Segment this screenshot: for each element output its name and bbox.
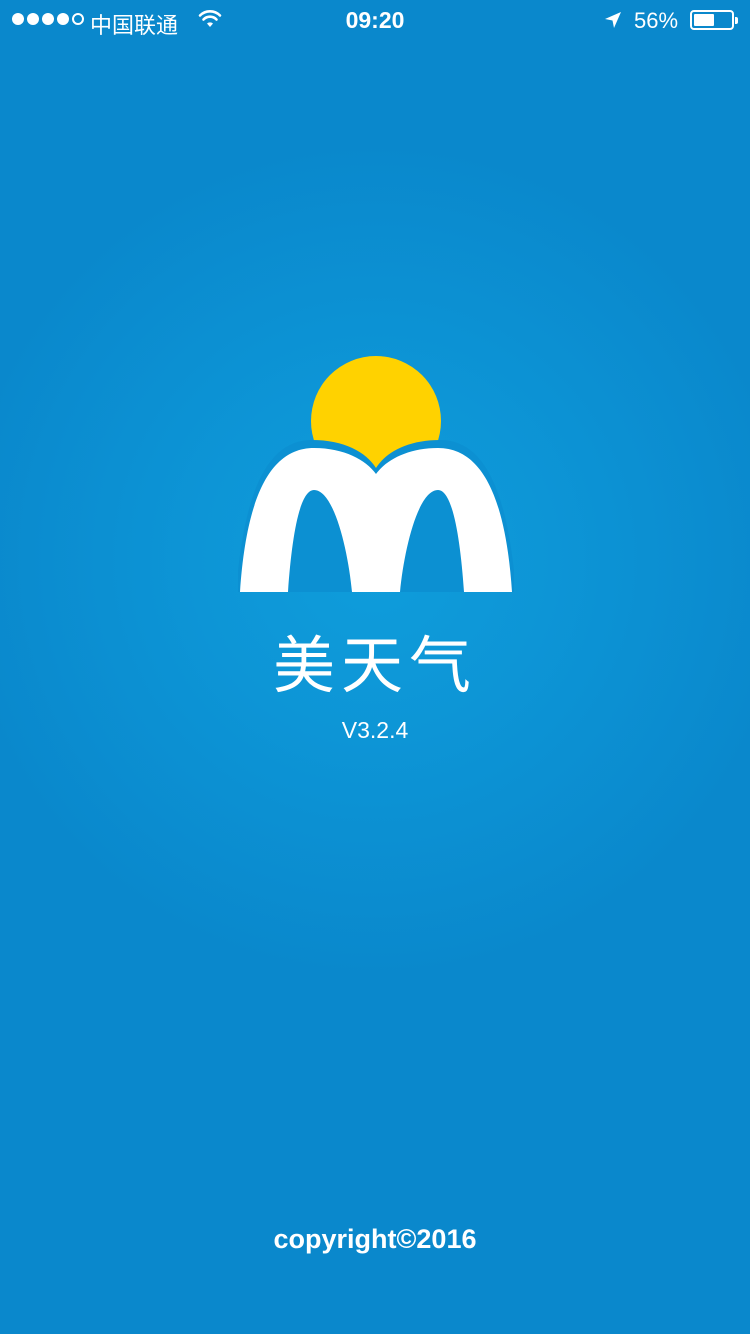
battery-percent: 56% <box>634 8 679 33</box>
app-logo <box>236 354 516 594</box>
battery-icon <box>690 10 738 30</box>
app-version: V3.2.4 <box>341 717 409 743</box>
copyright-text: copyright©2016 <box>273 1224 477 1254</box>
app-name: 美天气 <box>272 629 477 702</box>
battery-nub <box>735 17 738 24</box>
status-bar: 中国联通 09:20 56% <box>0 0 750 40</box>
location-arrow-icon <box>603 10 623 36</box>
battery-fill <box>694 14 714 26</box>
